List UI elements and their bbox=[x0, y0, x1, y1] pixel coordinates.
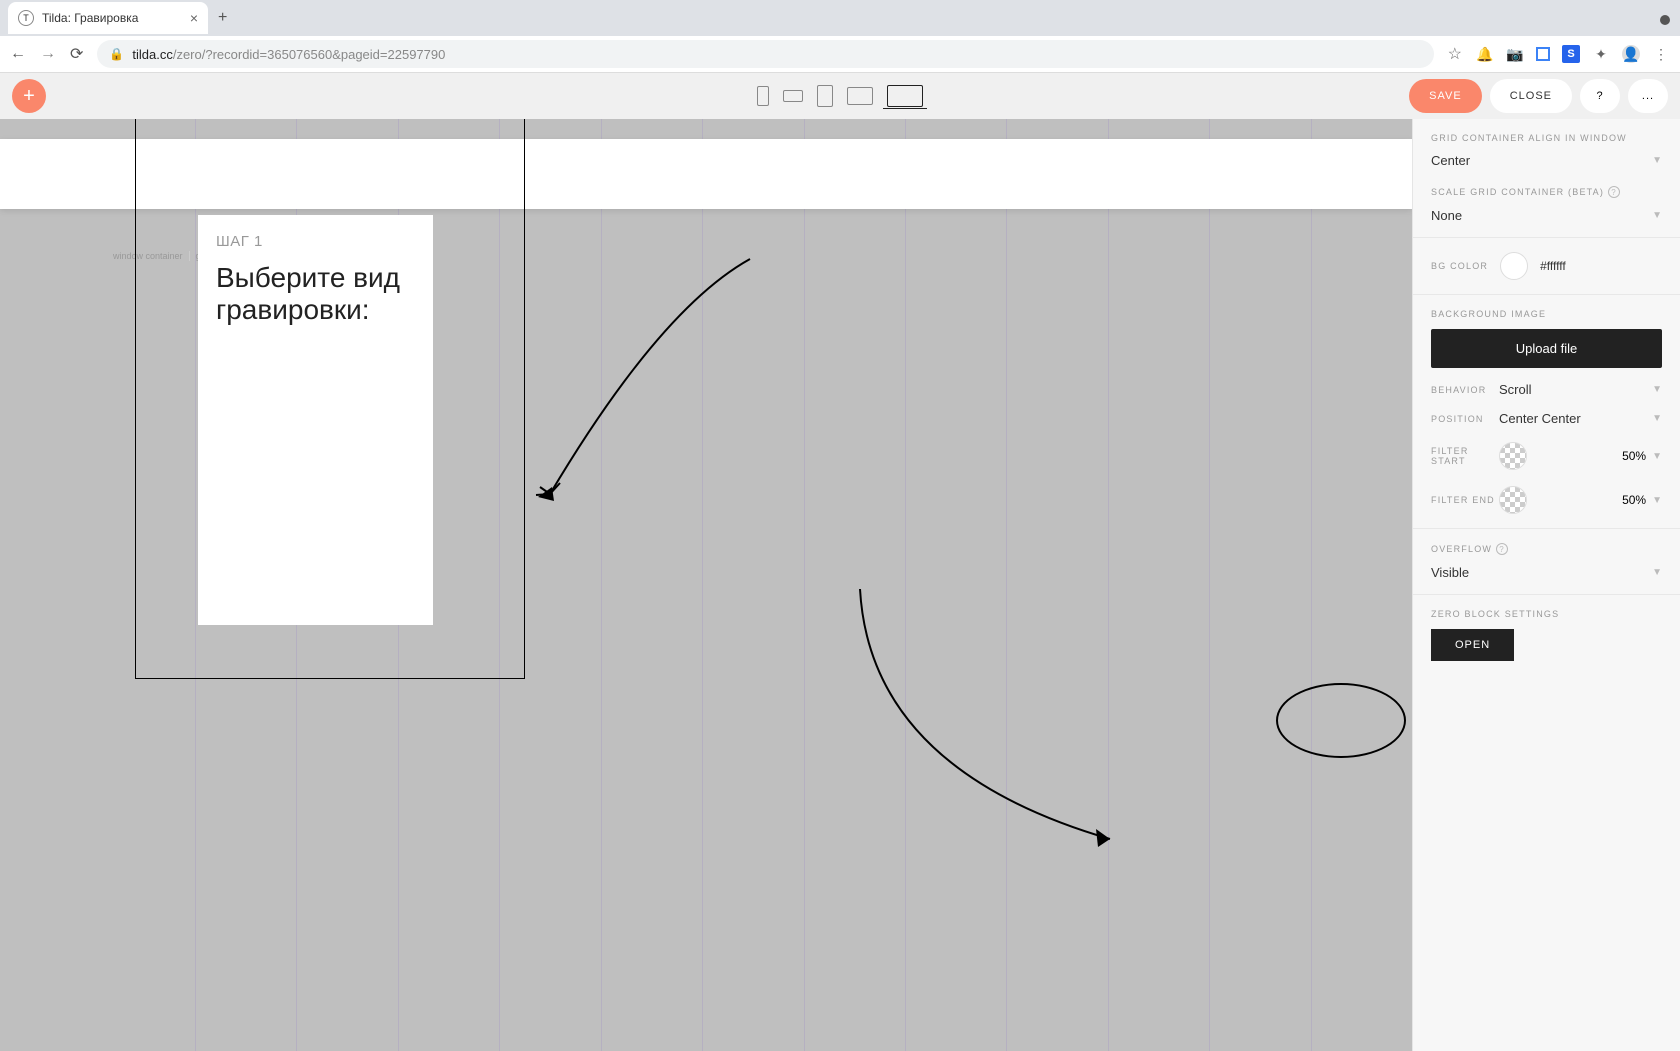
position-value: Center Center bbox=[1499, 411, 1581, 426]
ext-icon-s[interactable]: S bbox=[1562, 45, 1580, 63]
chevron-down-icon: ▼ bbox=[1652, 155, 1662, 166]
zero-settings-label: ZERO BLOCK SETTINGS bbox=[1431, 609, 1662, 619]
grid-align-label: GRID CONTAINER ALIGN IN WINDOW bbox=[1431, 133, 1662, 143]
position-select[interactable]: Center Center ▼ bbox=[1499, 411, 1662, 426]
device-tablet-landscape-icon[interactable] bbox=[847, 87, 873, 105]
chevron-down-icon: ▼ bbox=[1652, 210, 1662, 221]
settings-panel: GRID CONTAINER ALIGN IN WINDOW Center ▼ … bbox=[1412, 119, 1680, 1051]
behavior-value: Scroll bbox=[1499, 382, 1532, 397]
new-tab-button[interactable]: + bbox=[218, 9, 227, 27]
bgcolor-label: BG COLOR bbox=[1431, 261, 1488, 271]
device-switcher bbox=[757, 85, 923, 107]
tab-title: Tilda: Гравировка bbox=[42, 11, 182, 25]
help-icon[interactable]: ? bbox=[1608, 186, 1620, 198]
filter-end-value: 50% bbox=[1622, 493, 1646, 507]
tab-close-icon[interactable]: × bbox=[190, 10, 198, 26]
forward-button[interactable]: → bbox=[40, 45, 56, 63]
bgimage-label: BACKGROUND IMAGE bbox=[1431, 309, 1662, 319]
url-domain: tilda.cc bbox=[132, 47, 172, 62]
bgcolor-swatch[interactable] bbox=[1500, 252, 1528, 280]
filter-start-value: 50% bbox=[1622, 449, 1646, 463]
back-button[interactable]: ← bbox=[10, 45, 26, 63]
ext-icon-square[interactable] bbox=[1536, 47, 1550, 61]
extensions-puzzle-icon[interactable]: ✦ bbox=[1592, 45, 1610, 63]
device-phone-landscape-icon[interactable] bbox=[783, 90, 803, 102]
extension-icons: 🔔 📷 S ✦ 👤 ⋮ bbox=[1476, 45, 1670, 63]
browser-menu-icon[interactable]: ⋮ bbox=[1652, 45, 1670, 63]
user-avatar-icon[interactable]: 👤 bbox=[1622, 45, 1640, 63]
upload-button[interactable]: Upload file bbox=[1431, 329, 1662, 368]
filter-start-swatch[interactable] bbox=[1499, 442, 1527, 470]
device-desktop-icon[interactable] bbox=[887, 85, 923, 107]
help-button[interactable]: ? bbox=[1580, 79, 1620, 113]
canvas[interactable]: window container grid ШАГ 1 Выберите вид… bbox=[0, 119, 1412, 1051]
device-tablet-icon[interactable] bbox=[817, 85, 833, 107]
bgcolor-value[interactable]: #ffffff bbox=[1540, 259, 1566, 273]
url-input[interactable]: 🔒 tilda.cc/zero/?recordid=365076560&page… bbox=[97, 40, 1433, 68]
browser-address-bar: ← → ⟳ 🔒 tilda.cc/zero/?recordid=36507656… bbox=[0, 36, 1680, 72]
grid-align-select[interactable]: Center ▼ bbox=[1431, 153, 1662, 168]
behavior-select[interactable]: Scroll ▼ bbox=[1499, 382, 1662, 397]
overflow-select[interactable]: Visible ▼ bbox=[1431, 565, 1662, 580]
chevron-down-icon: ▼ bbox=[1652, 413, 1662, 424]
scale-label: SCALE GRID CONTAINER (BETA) ? bbox=[1431, 186, 1662, 198]
scale-value: None bbox=[1431, 208, 1462, 223]
add-element-button[interactable]: + bbox=[12, 79, 46, 113]
selection-frame bbox=[135, 119, 525, 679]
chevron-down-icon[interactable]: ▼ bbox=[1652, 495, 1662, 506]
url-path: /zero/?recordid=365076560&pageid=2259779… bbox=[173, 47, 446, 62]
tab-favicon: T bbox=[18, 10, 34, 26]
browser-tab-bar: T Tilda: Гравировка × + bbox=[0, 0, 1680, 36]
editor-toolbar: + SAVE CLOSE ? ... bbox=[0, 73, 1680, 119]
reload-button[interactable]: ⟳ bbox=[70, 44, 83, 64]
scale-select[interactable]: None ▼ bbox=[1431, 208, 1662, 223]
chevron-down-icon[interactable]: ▼ bbox=[1652, 451, 1662, 462]
help-icon[interactable]: ? bbox=[1496, 543, 1508, 555]
behavior-label: BEHAVIOR bbox=[1431, 385, 1499, 395]
filter-end-label: FILTER END bbox=[1431, 495, 1499, 505]
save-button[interactable]: SAVE bbox=[1409, 79, 1482, 113]
filter-start-label: FILTER START bbox=[1431, 446, 1499, 466]
device-phone-icon[interactable] bbox=[757, 86, 769, 106]
overflow-value: Visible bbox=[1431, 565, 1469, 580]
position-label: POSITION bbox=[1431, 414, 1499, 424]
grid-align-value: Center bbox=[1431, 153, 1470, 168]
chevron-down-icon: ▼ bbox=[1652, 384, 1662, 395]
lock-icon: 🔒 bbox=[109, 47, 124, 61]
profile-indicator-icon[interactable] bbox=[1660, 15, 1670, 25]
bookmark-icon[interactable]: ☆ bbox=[1448, 44, 1462, 64]
ext-icon-1[interactable]: 🔔 bbox=[1476, 45, 1494, 63]
close-button[interactable]: CLOSE bbox=[1490, 79, 1572, 113]
ext-icon-camera[interactable]: 📷 bbox=[1506, 45, 1524, 63]
filter-end-swatch[interactable] bbox=[1499, 486, 1527, 514]
open-button[interactable]: OPEN bbox=[1431, 629, 1514, 661]
chevron-down-icon: ▼ bbox=[1652, 567, 1662, 578]
more-button[interactable]: ... bbox=[1628, 79, 1668, 113]
overflow-label: OVERFLOW ? bbox=[1431, 543, 1662, 555]
browser-tab[interactable]: T Tilda: Гравировка × bbox=[8, 2, 208, 34]
